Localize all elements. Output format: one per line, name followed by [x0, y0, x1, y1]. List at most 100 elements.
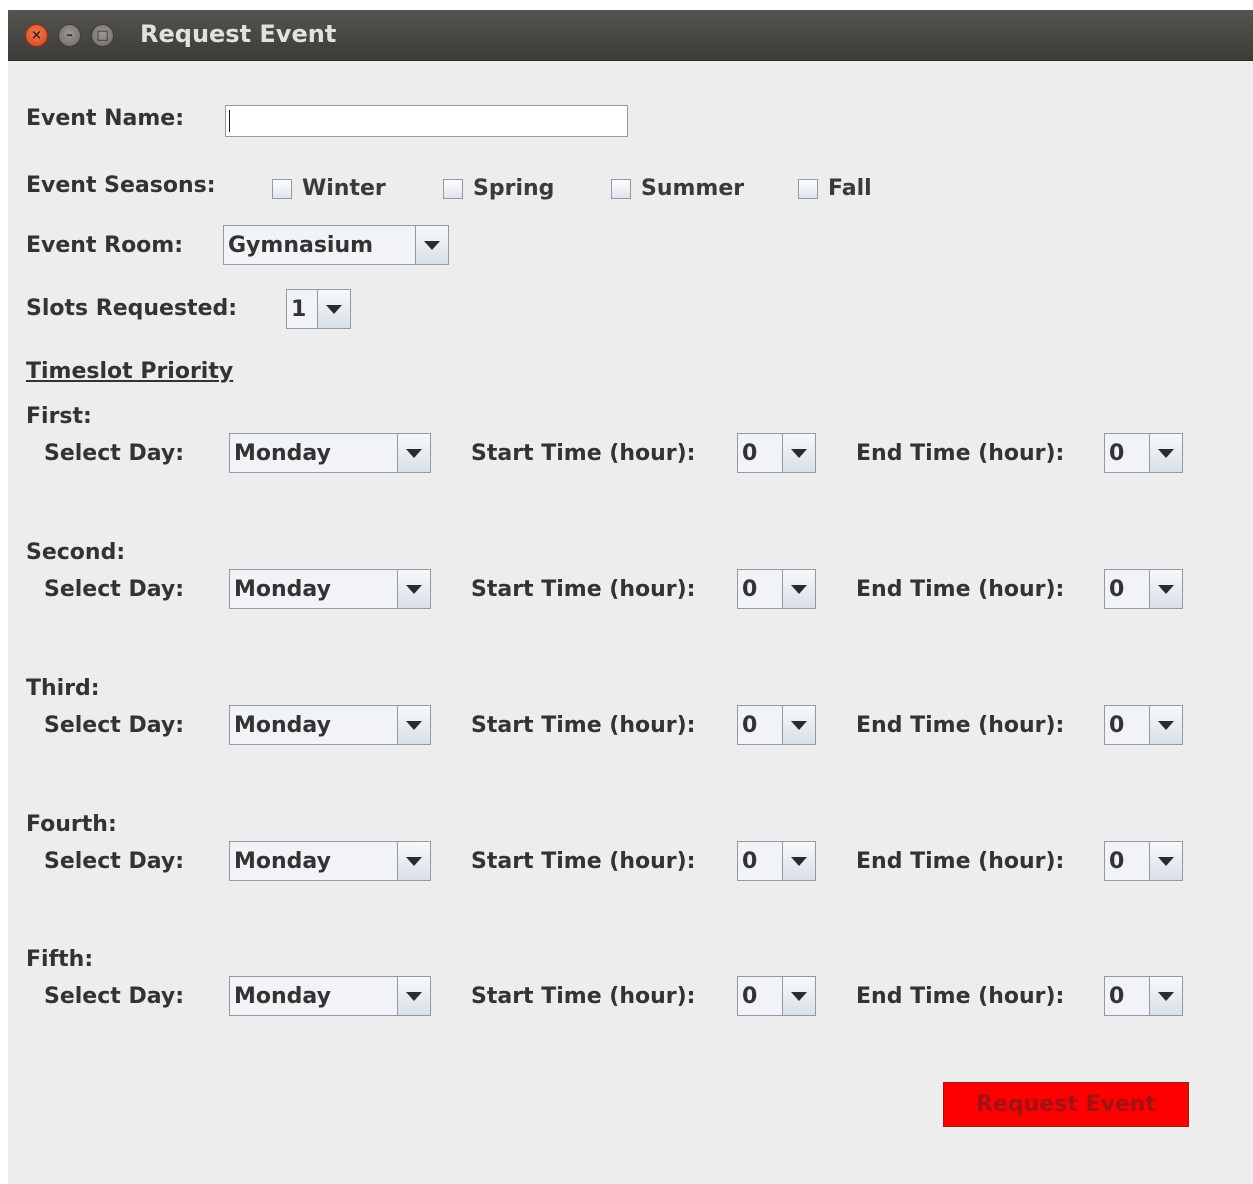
slots-requested-label: Slots Requested: — [26, 296, 238, 321]
fourth-end-time-dropdown[interactable]: 0 — [1104, 841, 1183, 881]
spring-checkbox-label[interactable]: Spring — [473, 178, 554, 200]
fourth-slot-heading: Fourth: — [26, 812, 117, 837]
first-end-time-dropdown-button[interactable] — [1149, 434, 1182, 472]
third-end-time-dropdown[interactable]: 0 — [1104, 705, 1183, 745]
first-start-time-dropdown[interactable]: 0 — [737, 433, 816, 473]
winter-checkbox[interactable] — [272, 179, 292, 199]
minimize-window-button[interactable]: – — [58, 24, 81, 47]
third-start-time-value: 0 — [742, 712, 758, 738]
first-start-time-label: Start Time (hour): — [471, 441, 696, 466]
third-start-time-dropdown[interactable]: 0 — [737, 705, 816, 745]
second-start-time-dropdown[interactable]: 0 — [737, 569, 816, 609]
chevron-down-icon — [791, 720, 807, 730]
third-day-dropdown-button[interactable] — [397, 706, 430, 744]
first-select-day-label: Select Day: — [44, 441, 185, 466]
second-end-time-label: End Time (hour): — [856, 577, 1065, 602]
second-end-time-dropdown-button[interactable] — [1149, 570, 1182, 608]
second-start-time-label: Start Time (hour): — [471, 577, 696, 602]
chevron-down-icon — [791, 448, 807, 458]
summer-checkbox[interactable] — [611, 179, 631, 199]
third-start-time-dropdown-button[interactable] — [782, 706, 815, 744]
first-day-dropdown-button[interactable] — [397, 434, 430, 472]
chevron-down-icon — [791, 856, 807, 866]
summer-checkbox-label[interactable]: Summer — [641, 178, 744, 200]
fifth-end-time-dropdown[interactable]: 0 — [1104, 976, 1183, 1016]
second-start-time-value: 0 — [742, 576, 758, 602]
fourth-day-value: Monday — [234, 848, 331, 874]
fifth-day-dropdown[interactable]: Monday — [229, 976, 431, 1016]
fifth-day-value: Monday — [234, 983, 331, 1009]
window-title: Request Event — [140, 20, 337, 48]
fifth-start-time-dropdown[interactable]: 0 — [737, 976, 816, 1016]
fourth-start-time-label: Start Time (hour): — [471, 849, 696, 874]
fourth-select-day-label: Select Day: — [44, 849, 185, 874]
second-end-time-value: 0 — [1109, 576, 1125, 602]
fourth-day-dropdown[interactable]: Monday — [229, 841, 431, 881]
third-day-dropdown[interactable]: Monday — [229, 705, 431, 745]
slots-requested-value: 1 — [291, 296, 307, 322]
chevron-down-icon — [1158, 584, 1174, 594]
event-room-value: Gymnasium — [228, 232, 374, 258]
event-room-dropdown-button[interactable] — [415, 226, 448, 264]
second-end-time-dropdown[interactable]: 0 — [1104, 569, 1183, 609]
first-day-value: Monday — [234, 440, 331, 466]
fall-checkbox[interactable] — [798, 179, 818, 199]
second-select-day-label: Select Day: — [44, 577, 185, 602]
fifth-end-time-dropdown-button[interactable] — [1149, 977, 1182, 1015]
fifth-start-time-value: 0 — [742, 983, 758, 1009]
chevron-down-icon — [1158, 991, 1174, 1001]
first-start-time-value: 0 — [742, 440, 758, 466]
maximize-window-button[interactable]: □ — [91, 24, 114, 47]
timeslot-priority-heading: Timeslot Priority — [26, 359, 234, 384]
second-day-dropdown-button[interactable] — [397, 570, 430, 608]
slots-requested-dropdown[interactable]: 1 — [286, 289, 351, 329]
second-start-time-dropdown-button[interactable] — [782, 570, 815, 608]
fourth-end-time-dropdown-button[interactable] — [1149, 842, 1182, 880]
third-end-time-dropdown-button[interactable] — [1149, 706, 1182, 744]
event-room-dropdown[interactable]: Gymnasium — [223, 225, 449, 265]
fourth-start-time-value: 0 — [742, 848, 758, 874]
first-end-time-label: End Time (hour): — [856, 441, 1065, 466]
fifth-day-dropdown-button[interactable] — [397, 977, 430, 1015]
event-name-field[interactable] — [225, 105, 628, 137]
first-day-dropdown[interactable]: Monday — [229, 433, 431, 473]
slots-requested-dropdown-button[interactable] — [317, 290, 350, 328]
fourth-start-time-dropdown-button[interactable] — [782, 842, 815, 880]
first-end-time-dropdown[interactable]: 0 — [1104, 433, 1183, 473]
third-end-time-value: 0 — [1109, 712, 1125, 738]
chevron-down-icon — [406, 856, 422, 866]
winter-checkbox-label[interactable]: Winter — [302, 178, 386, 200]
title-bar[interactable]: × – □ Request Event — [8, 10, 1253, 61]
event-seasons-label: Event Seasons: — [26, 173, 216, 198]
chevron-down-icon — [1158, 856, 1174, 866]
chevron-down-icon — [1158, 448, 1174, 458]
third-day-value: Monday — [234, 712, 331, 738]
first-slot-heading: First: — [26, 404, 92, 429]
chevron-down-icon — [406, 991, 422, 1001]
close-window-button[interactable]: × — [25, 24, 48, 47]
fourth-end-time-value: 0 — [1109, 848, 1125, 874]
second-day-dropdown[interactable]: Monday — [229, 569, 431, 609]
second-slot-heading: Second: — [26, 540, 126, 565]
first-start-time-dropdown-button[interactable] — [782, 434, 815, 472]
fourth-start-time-dropdown[interactable]: 0 — [737, 841, 816, 881]
fourth-day-dropdown-button[interactable] — [397, 842, 430, 880]
spring-checkbox[interactable] — [443, 179, 463, 199]
minimize-icon: – — [66, 28, 73, 43]
close-icon: × — [31, 28, 42, 43]
fourth-end-time-label: End Time (hour): — [856, 849, 1065, 874]
fifth-end-time-label: End Time (hour): — [856, 984, 1065, 1009]
third-end-time-label: End Time (hour): — [856, 713, 1065, 738]
event-name-label: Event Name: — [26, 106, 185, 131]
chevron-down-icon — [326, 304, 342, 314]
chevron-down-icon — [406, 584, 422, 594]
first-end-time-value: 0 — [1109, 440, 1125, 466]
chevron-down-icon — [1158, 720, 1174, 730]
fall-checkbox-label[interactable]: Fall — [828, 178, 872, 200]
text-caret — [229, 110, 230, 132]
request-event-button[interactable]: Request Event — [943, 1082, 1189, 1127]
chevron-down-icon — [406, 720, 422, 730]
maximize-icon: □ — [96, 28, 109, 43]
fifth-start-time-dropdown-button[interactable] — [782, 977, 815, 1015]
fifth-end-time-value: 0 — [1109, 983, 1125, 1009]
